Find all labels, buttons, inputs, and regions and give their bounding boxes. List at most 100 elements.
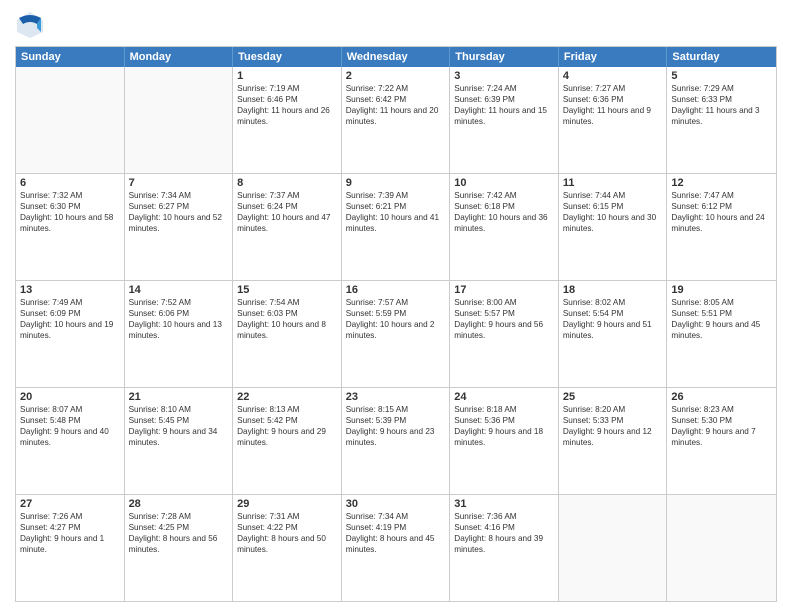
day-number: 4: [563, 70, 663, 82]
sunrise: Sunrise: 7:42 AM: [454, 190, 554, 201]
sunrise: Sunrise: 7:34 AM: [129, 190, 229, 201]
sunset: Sunset: 5:36 PM: [454, 415, 554, 426]
empty-cell: [125, 67, 234, 173]
sunset: Sunset: 4:19 PM: [346, 522, 446, 533]
header-day-saturday: Saturday: [667, 47, 776, 67]
sunrise: Sunrise: 8:02 AM: [563, 297, 663, 308]
sunrise: Sunrise: 7:37 AM: [237, 190, 337, 201]
day-number: 29: [237, 498, 337, 510]
sunset: Sunset: 6:06 PM: [129, 308, 229, 319]
sunrise: Sunrise: 7:47 AM: [671, 190, 772, 201]
day-17: 17Sunrise: 8:00 AMSunset: 5:57 PMDayligh…: [450, 281, 559, 387]
day-number: 25: [563, 391, 663, 403]
daylight: Daylight: 11 hours and 9 minutes.: [563, 105, 663, 127]
day-number: 14: [129, 284, 229, 296]
header-day-thursday: Thursday: [450, 47, 559, 67]
day-number: 22: [237, 391, 337, 403]
day-number: 12: [671, 177, 772, 189]
day-number: 21: [129, 391, 229, 403]
day-28: 28Sunrise: 7:28 AMSunset: 4:25 PMDayligh…: [125, 495, 234, 601]
calendar-week-5: 27Sunrise: 7:26 AMSunset: 4:27 PMDayligh…: [16, 494, 776, 601]
sunrise: Sunrise: 7:28 AM: [129, 511, 229, 522]
sunrise: Sunrise: 7:49 AM: [20, 297, 120, 308]
day-14: 14Sunrise: 7:52 AMSunset: 6:06 PMDayligh…: [125, 281, 234, 387]
sunset: Sunset: 6:15 PM: [563, 201, 663, 212]
day-13: 13Sunrise: 7:49 AMSunset: 6:09 PMDayligh…: [16, 281, 125, 387]
day-number: 6: [20, 177, 120, 189]
header-day-sunday: Sunday: [16, 47, 125, 67]
sunrise: Sunrise: 8:10 AM: [129, 404, 229, 415]
sunset: Sunset: 5:42 PM: [237, 415, 337, 426]
sunrise: Sunrise: 7:19 AM: [237, 83, 337, 94]
daylight: Daylight: 10 hours and 58 minutes.: [20, 212, 120, 234]
day-12: 12Sunrise: 7:47 AMSunset: 6:12 PMDayligh…: [667, 174, 776, 280]
day-11: 11Sunrise: 7:44 AMSunset: 6:15 PMDayligh…: [559, 174, 668, 280]
day-2: 2Sunrise: 7:22 AMSunset: 6:42 PMDaylight…: [342, 67, 451, 173]
sunset: Sunset: 4:16 PM: [454, 522, 554, 533]
sunset: Sunset: 5:33 PM: [563, 415, 663, 426]
sunrise: Sunrise: 7:26 AM: [20, 511, 120, 522]
daylight: Daylight: 9 hours and 18 minutes.: [454, 426, 554, 448]
sunset: Sunset: 6:18 PM: [454, 201, 554, 212]
sunrise: Sunrise: 7:29 AM: [671, 83, 772, 94]
header-day-monday: Monday: [125, 47, 234, 67]
day-number: 9: [346, 177, 446, 189]
day-10: 10Sunrise: 7:42 AMSunset: 6:18 PMDayligh…: [450, 174, 559, 280]
sunrise: Sunrise: 8:18 AM: [454, 404, 554, 415]
daylight: Daylight: 9 hours and 40 minutes.: [20, 426, 120, 448]
daylight: Daylight: 9 hours and 29 minutes.: [237, 426, 337, 448]
sunrise: Sunrise: 7:34 AM: [346, 511, 446, 522]
sunrise: Sunrise: 8:07 AM: [20, 404, 120, 415]
sunset: Sunset: 6:46 PM: [237, 94, 337, 105]
sunset: Sunset: 6:12 PM: [671, 201, 772, 212]
day-16: 16Sunrise: 7:57 AMSunset: 5:59 PMDayligh…: [342, 281, 451, 387]
calendar-body: 1Sunrise: 7:19 AMSunset: 6:46 PM Daylight…: [16, 67, 776, 601]
sunrise: Sunrise: 7:22 AM: [346, 83, 446, 94]
day-23: 23Sunrise: 8:15 AMSunset: 5:39 PMDayligh…: [342, 388, 451, 494]
day-number: 28: [129, 498, 229, 510]
daylight: Daylight: 8 hours and 56 minutes.: [129, 533, 229, 555]
day-number: 18: [563, 284, 663, 296]
header: [15, 10, 777, 40]
sunset: Sunset: 5:45 PM: [129, 415, 229, 426]
day-3: 3Sunrise: 7:24 AMSunset: 6:39 PMDaylight…: [450, 67, 559, 173]
daylight: Daylight: 9 hours and 1 minute.: [20, 533, 120, 555]
daylight: Daylight: 9 hours and 7 minutes.: [671, 426, 772, 448]
day-number: 30: [346, 498, 446, 510]
daylight: Daylight: 9 hours and 51 minutes.: [563, 319, 663, 341]
day-24: 24Sunrise: 8:18 AMSunset: 5:36 PMDayligh…: [450, 388, 559, 494]
calendar: SundayMondayTuesdayWednesdayThursdayFrid…: [15, 46, 777, 602]
calendar-week-4: 20Sunrise: 8:07 AMSunset: 5:48 PMDayligh…: [16, 387, 776, 494]
sunset: Sunset: 5:57 PM: [454, 308, 554, 319]
sunset: Sunset: 4:25 PM: [129, 522, 229, 533]
empty-cell: [559, 495, 668, 601]
daylight: Daylight: 9 hours and 45 minutes.: [671, 319, 772, 341]
daylight: Daylight: 10 hours and 47 minutes.: [237, 212, 337, 234]
sunrise: Sunrise: 8:20 AM: [563, 404, 663, 415]
day-5: 5Sunrise: 7:29 AMSunset: 6:33 PMDaylight…: [667, 67, 776, 173]
day-31: 31Sunrise: 7:36 AMSunset: 4:16 PMDayligh…: [450, 495, 559, 601]
day-29: 29Sunrise: 7:31 AMSunset: 4:22 PMDayligh…: [233, 495, 342, 601]
day-22: 22Sunrise: 8:13 AMSunset: 5:42 PMDayligh…: [233, 388, 342, 494]
day-number: 2: [346, 70, 446, 82]
daylight: Daylight: 10 hours and 52 minutes.: [129, 212, 229, 234]
sunset: Sunset: 6:03 PM: [237, 308, 337, 319]
sunset: Sunset: 6:21 PM: [346, 201, 446, 212]
sunset: Sunset: 6:27 PM: [129, 201, 229, 212]
day-number: 23: [346, 391, 446, 403]
day-30: 30Sunrise: 7:34 AMSunset: 4:19 PMDayligh…: [342, 495, 451, 601]
day-21: 21Sunrise: 8:10 AMSunset: 5:45 PMDayligh…: [125, 388, 234, 494]
sunset: Sunset: 6:24 PM: [237, 201, 337, 212]
day-number: 19: [671, 284, 772, 296]
sunrise: Sunrise: 7:44 AM: [563, 190, 663, 201]
sunrise: Sunrise: 7:36 AM: [454, 511, 554, 522]
sunset: Sunset: 6:36 PM: [563, 94, 663, 105]
day-number: 26: [671, 391, 772, 403]
daylight: Daylight: 10 hours and 36 minutes.: [454, 212, 554, 234]
sunset: Sunset: 5:59 PM: [346, 308, 446, 319]
sunrise: Sunrise: 8:05 AM: [671, 297, 772, 308]
daylight: Daylight: 8 hours and 39 minutes.: [454, 533, 554, 555]
sunset: Sunset: 5:39 PM: [346, 415, 446, 426]
daylight: Daylight: 8 hours and 45 minutes.: [346, 533, 446, 555]
day-number: 1: [237, 70, 337, 82]
